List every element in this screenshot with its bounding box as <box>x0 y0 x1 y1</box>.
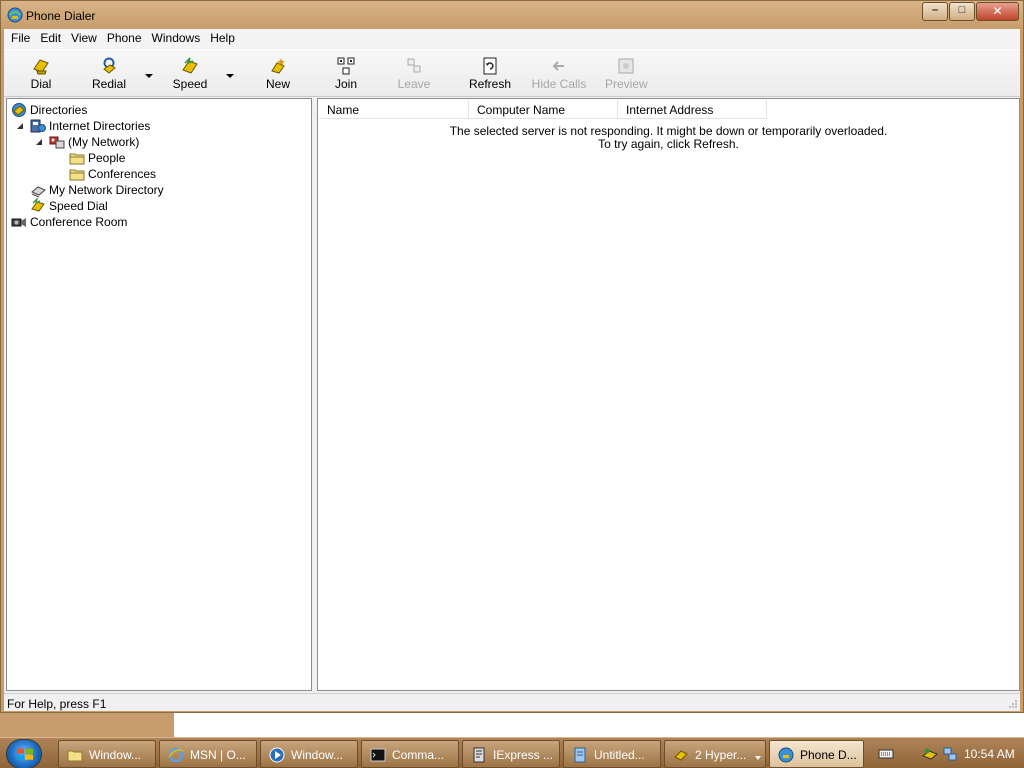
maximize-button[interactable]: □ <box>949 2 975 21</box>
join-button[interactable]: Join <box>328 57 364 95</box>
taskbar-item-media-player[interactable]: Window... <box>260 740 358 768</box>
close-button[interactable]: ✕ <box>976 2 1019 21</box>
preview-label: Preview <box>605 77 648 91</box>
speed-label: Speed <box>172 77 208 91</box>
taskbar-item-notepad[interactable]: Untitled... <box>563 740 661 768</box>
directory-list[interactable]: Name Computer Name Internet Address The … <box>317 98 1020 691</box>
minimize-icon: – <box>931 4 939 16</box>
leave-icon <box>407 58 421 73</box>
leave-button[interactable]: Leave <box>396 57 432 95</box>
media-player-icon <box>269 747 285 763</box>
notification-area: 10:54 AM <box>866 740 1024 768</box>
phone-tray-icon[interactable] <box>922 746 938 762</box>
command-prompt-icon <box>370 748 386 762</box>
collapse-icon[interactable] <box>16 122 24 130</box>
internet-explorer-icon <box>168 747 184 763</box>
speed-dial-icon <box>31 198 45 212</box>
menu-view[interactable]: View <box>67 29 103 48</box>
network-directory-icon <box>31 186 46 198</box>
taskbar-item-iexpress[interactable]: IExpress ... <box>462 740 560 768</box>
menu-edit[interactable]: Edit <box>36 29 67 48</box>
preview-button[interactable]: Preview <box>605 57 648 95</box>
minimize-button[interactable]: – <box>922 2 948 21</box>
join-label: Join <box>334 77 357 91</box>
redial-button[interactable]: Redial <box>89 57 129 95</box>
menu-windows[interactable]: Windows <box>148 29 207 48</box>
conference-room-icon <box>11 218 26 227</box>
iexpress-icon <box>473 747 485 763</box>
hide-calls-label: Hide Calls <box>531 77 587 91</box>
new-conference-icon <box>271 58 285 74</box>
preview-icon <box>618 58 634 74</box>
network-icon <box>49 136 65 149</box>
column-header-internet-address[interactable]: Internet Address <box>618 100 767 119</box>
redial-label: Redial <box>91 77 127 91</box>
directories-icon <box>12 103 26 117</box>
keyboard-icon[interactable] <box>878 746 894 762</box>
menu-phone[interactable]: Phone <box>103 29 148 48</box>
hide-calls-button[interactable]: Hide Calls <box>531 57 587 95</box>
directory-tree[interactable]: Directories Internet Directories (My Net… <box>6 98 312 691</box>
refresh-button[interactable]: Refresh <box>469 57 511 95</box>
desktop-area <box>0 713 1024 737</box>
new-label: New <box>265 77 290 91</box>
status-bar: For Help, press F1 <box>4 693 1020 711</box>
collapse-icon[interactable] <box>35 138 43 146</box>
redial-dropdown-icon[interactable] <box>144 72 154 80</box>
close-icon: ✕ <box>992 4 1003 18</box>
folder-icon <box>69 153 85 165</box>
network-status-icon[interactable] <box>942 746 958 762</box>
hyperterminal-icon <box>674 750 688 761</box>
speed-dropdown-icon[interactable] <box>225 72 235 80</box>
notepad-icon <box>574 747 586 763</box>
maximize-icon: □ <box>958 4 966 16</box>
resize-grip-icon[interactable] <box>1008 699 1018 709</box>
new-button[interactable]: New <box>260 57 296 95</box>
dial-label: Dial <box>30 77 52 91</box>
group-dropdown-icon <box>755 756 761 760</box>
taskbar: Window... MSN | O... Window... Comma... … <box>0 737 1024 768</box>
status-text: For Help, press F1 <box>7 697 107 711</box>
phone-dialer-icon <box>7 7 23 23</box>
title-bar[interactable]: Phone Dialer – □ ✕ <box>1 1 1023 29</box>
client-area: File Edit View Phone Windows Help Dial R… <box>4 29 1020 711</box>
column-header-name[interactable]: Name <box>319 100 469 119</box>
hide-calls-icon <box>552 61 564 71</box>
refresh-label: Refresh <box>469 77 512 91</box>
internet-directories-icon <box>30 119 46 133</box>
taskbar-item-windows-explorer[interactable]: Window... <box>58 740 156 768</box>
phone-dialer-window: Phone Dialer – □ ✕ File Edit View Phone … <box>0 0 1024 713</box>
retry-hint-message: To try again, click Refresh. <box>598 137 739 151</box>
windows-logo-icon <box>17 748 33 760</box>
taskbar-item-command-prompt[interactable]: Comma... <box>361 740 459 768</box>
speed-button[interactable]: Speed <box>170 57 210 95</box>
redial-icon <box>103 57 116 74</box>
window-title: Phone Dialer <box>26 9 96 23</box>
join-icon <box>337 57 355 75</box>
start-button[interactable] <box>6 739 42 768</box>
folder-icon <box>69 169 85 181</box>
toolbar: Dial Redial Speed New Join Leave Refresh… <box>4 49 1020 97</box>
dial-icon <box>33 59 49 75</box>
clock[interactable]: 10:54 AM <box>964 747 1015 761</box>
menu-file[interactable]: File <box>7 29 36 48</box>
menu-help[interactable]: Help <box>206 29 241 48</box>
taskbar-item-hyperterminal-group[interactable]: 2 Hyper... <box>664 740 766 768</box>
server-error-message: The selected server is not responding. I… <box>449 124 888 138</box>
taskbar-item-msn[interactable]: MSN | O... <box>159 740 257 768</box>
phone-dialer-icon <box>778 747 794 763</box>
refresh-icon <box>483 57 497 75</box>
folder-icon <box>67 750 83 762</box>
column-header-computer-name[interactable]: Computer Name <box>469 100 618 119</box>
speed-dial-icon <box>182 57 198 74</box>
background-window-frame <box>0 713 174 737</box>
dial-button[interactable]: Dial <box>22 57 60 95</box>
leave-label: Leave <box>397 77 431 91</box>
taskbar-item-phone-dialer[interactable]: Phone D... <box>769 740 864 768</box>
menu-bar: File Edit View Phone Windows Help <box>4 29 1020 48</box>
